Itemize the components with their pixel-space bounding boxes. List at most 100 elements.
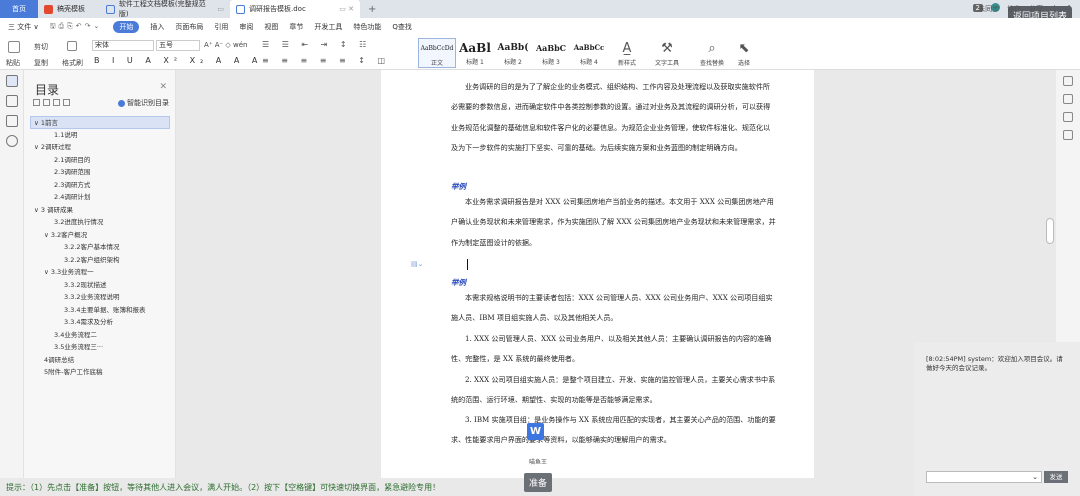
file-menu[interactable]: 三 文件 ∨	[8, 22, 39, 32]
bookmark-icon[interactable]	[5, 115, 18, 127]
alignment-icons[interactable]: ≡ ≡ ≡ ≡ ≡ ↕ ◫	[262, 56, 390, 65]
menu-item-features[interactable]: 特色功能	[353, 22, 381, 32]
collaborate-button[interactable]: 协作	[1007, 4, 1021, 14]
pointer-icon[interactable]	[1063, 130, 1073, 140]
text-tool-button[interactable]: ⚒ 文字工具	[650, 40, 684, 67]
expand-icon[interactable]	[43, 99, 50, 106]
find-replace-button[interactable]: ⌕ 查找替换	[695, 40, 729, 67]
format-painter-button[interactable]: 格式刷	[62, 58, 83, 68]
send-button[interactable]: 发送	[1044, 471, 1068, 483]
share-button[interactable]: 分享	[1029, 4, 1043, 14]
prepare-button[interactable]: 准备	[524, 473, 553, 492]
font-size-select[interactable]: 五号	[156, 40, 200, 51]
menu-item-page-layout[interactable]: 页面布局	[175, 22, 203, 32]
format-painter-icon[interactable]	[67, 41, 77, 51]
menu-bar: 三 文件 ∨ 🖫⎙⎘↶↷⌄ 开始 插入 页面布局 引用 审阅 视图 章节 开发工…	[0, 18, 1080, 36]
toc-item[interactable]: 3.3.4需求及分析	[30, 316, 170, 329]
remove-icon[interactable]	[63, 99, 70, 106]
toc-item[interactable]: 5附件-客户工作底稿	[30, 366, 170, 379]
title-tab-bar: 首页 稿壳模板 软件工程文档模板(完整规范版) ▭ 调研报告模板.doc ▭ ✕…	[0, 0, 1080, 18]
menu-item-view[interactable]: 视图	[264, 22, 278, 32]
collapse-icon[interactable]	[33, 99, 40, 106]
toc-item[interactable]: 3.2.2客户组织架构	[30, 254, 170, 267]
menu-item-review[interactable]: 审阅	[239, 22, 253, 32]
paragraph-marker-icon[interactable]: ▤⌄	[411, 260, 423, 268]
body-paragraph[interactable]: 业务调研的目的是为了了解企业的业务模式、组织结构、工作内容及处理流程以及获取实施…	[451, 77, 776, 158]
menu-item-dev-tools[interactable]: 开发工具	[314, 22, 342, 32]
toc-item[interactable]: 1.1说明	[30, 129, 170, 142]
toc-item[interactable]: 4调研总结	[30, 354, 170, 367]
more-icon[interactable]: ⋮	[1051, 4, 1058, 14]
cut-button[interactable]: 剪切	[34, 42, 48, 52]
toc-item[interactable]: ∨ 1前言	[30, 116, 170, 129]
menu-item-reference[interactable]: 引用	[214, 22, 228, 32]
tab-template-shell[interactable]: 稿壳模板	[38, 0, 100, 18]
pen-icon[interactable]	[1063, 94, 1073, 104]
toc-item[interactable]: 3.4业务流程二	[30, 329, 170, 342]
chevron-down-icon: ⌄	[1032, 473, 1038, 481]
style-normal[interactable]: AaBbCcDd 正文	[418, 38, 456, 68]
copy-button[interactable]: 复制	[34, 58, 48, 68]
style-heading-4[interactable]: AaBbCc 标题 4	[570, 38, 608, 68]
tab-home[interactable]: 首页	[0, 0, 38, 18]
toc-item[interactable]: 2.1调研目的	[30, 154, 170, 167]
new-tab-button[interactable]: +	[360, 0, 384, 18]
menu-item-start[interactable]: 开始	[113, 21, 140, 33]
vertical-scrollbar[interactable]	[1046, 218, 1054, 244]
sync-status[interactable]: 未同步	[978, 4, 999, 14]
toc-item[interactable]: 3.5业务流程三···	[30, 341, 170, 354]
tab-research-report[interactable]: 调研报告模板.doc ▭ ✕	[230, 0, 360, 18]
chevron-up-icon[interactable]: ⌃	[1066, 4, 1072, 14]
toc-item[interactable]: 3.3.4主要单据、账簿和报表	[30, 304, 170, 317]
style-heading-1[interactable]: AaBl 标题 1	[456, 38, 494, 68]
body-paragraph[interactable]: 本需求规格说明书的主要读者包括：XXX 公司管理人员、XXX 公司业务用户、XX…	[451, 288, 776, 329]
smart-toc-button[interactable]: 智能识别目录	[118, 98, 169, 108]
example-heading[interactable]: 举例	[451, 277, 466, 288]
list-item[interactable]: 1. XXX 公司管理人员、XXX 公司业务用户、以及相关其他人员：主要确认调研…	[451, 329, 776, 370]
close-tab-icon[interactable]: ▭ ✕	[339, 5, 354, 13]
font-grow-shrink-icons[interactable]: A⁺ A⁻ ◇ wén	[204, 41, 248, 49]
toc-item[interactable]: 2.3调研方式	[30, 179, 170, 192]
style-heading-2[interactable]: AaBb( 标题 2	[494, 38, 532, 68]
quick-access-icons[interactable]: 🖫⎙⎘↶↷⌄	[50, 22, 103, 33]
close-icon[interactable]: ✕	[159, 82, 167, 92]
tip-bar: 提示：（1）先点击【准备】按钮，等待其他人进入会议，满人开始。（2）按下【空格键…	[6, 482, 441, 492]
toc-item[interactable]: 2.3调研范围	[30, 166, 170, 179]
menu-item-insert[interactable]: 插入	[150, 22, 164, 32]
text-tool-label: 文字工具	[654, 60, 679, 67]
toc-item[interactable]: ∨ 3.3业务流程一	[30, 266, 170, 279]
document-page[interactable]: 业务调研的目的是为了了解企业的业务模式、组织结构、工作内容及处理流程以及获取实施…	[381, 70, 814, 478]
find-icon[interactable]	[5, 135, 18, 147]
toc-item[interactable]: 3.2进度执行情况	[30, 216, 170, 229]
menu-search[interactable]: Q查找	[392, 22, 412, 32]
wps-writer-icon[interactable]: W	[527, 423, 544, 440]
tab-software-doc[interactable]: 软件工程文档模板(完整规范版) ▭	[100, 0, 230, 18]
font-family-select[interactable]: 宋体	[92, 40, 154, 51]
toc-view-icon[interactable]	[5, 75, 18, 87]
screen-icon[interactable]: ▭	[217, 5, 224, 13]
add-icon[interactable]	[53, 99, 60, 106]
list-item[interactable]: 3. IBM 实施项目组：是业务操作与 XX 系统应用匹配的实现者，其主要关心产…	[451, 410, 776, 451]
example-heading[interactable]: 举例	[451, 181, 466, 192]
list-indent-icons[interactable]: ☰ ☰ ⇤ ⇥ ↕ ☷	[262, 40, 371, 49]
toc-item[interactable]: 3.3.2业务流程说明	[30, 291, 170, 304]
body-paragraph[interactable]: 本业务需求调研报告是对 XXX 公司集团房地产当前业务的描述。本文用于 XXX …	[451, 192, 776, 253]
toc-item[interactable]: ∨ 3 调研成果	[30, 204, 170, 217]
chat-recipient-select[interactable]: ⌄	[926, 471, 1042, 483]
toc-item[interactable]: ∨ 2调研过程	[30, 141, 170, 154]
paste-button[interactable]: 粘贴	[6, 58, 20, 68]
sliders-icon[interactable]	[1063, 76, 1073, 86]
toc-item[interactable]: 3.2.2客户基本情况	[30, 241, 170, 254]
menu-item-chapter[interactable]: 章节	[289, 22, 303, 32]
list-item[interactable]: 2. XXX 公司项目组实施人员：是整个项目建立、开发、实施的监控管理人员，主要…	[451, 370, 776, 411]
text-format-icons[interactable]: B I U A X² X₂ A A A	[94, 56, 262, 65]
toc-item[interactable]: 3.3.2现状描述	[30, 279, 170, 292]
paste-icon[interactable]	[8, 41, 20, 53]
new-style-button[interactable]: A̲ 新样式	[610, 40, 644, 67]
shape-icon[interactable]	[1063, 112, 1073, 122]
chapter-nav-icon[interactable]	[5, 95, 18, 107]
toc-item[interactable]: 2.4调研计划	[30, 191, 170, 204]
select-button[interactable]: ⬉ 选择	[727, 40, 761, 67]
style-heading-3[interactable]: AaBbC 标题 3	[532, 38, 570, 68]
toc-item[interactable]: ∨ 3.2客户概况	[30, 229, 170, 242]
